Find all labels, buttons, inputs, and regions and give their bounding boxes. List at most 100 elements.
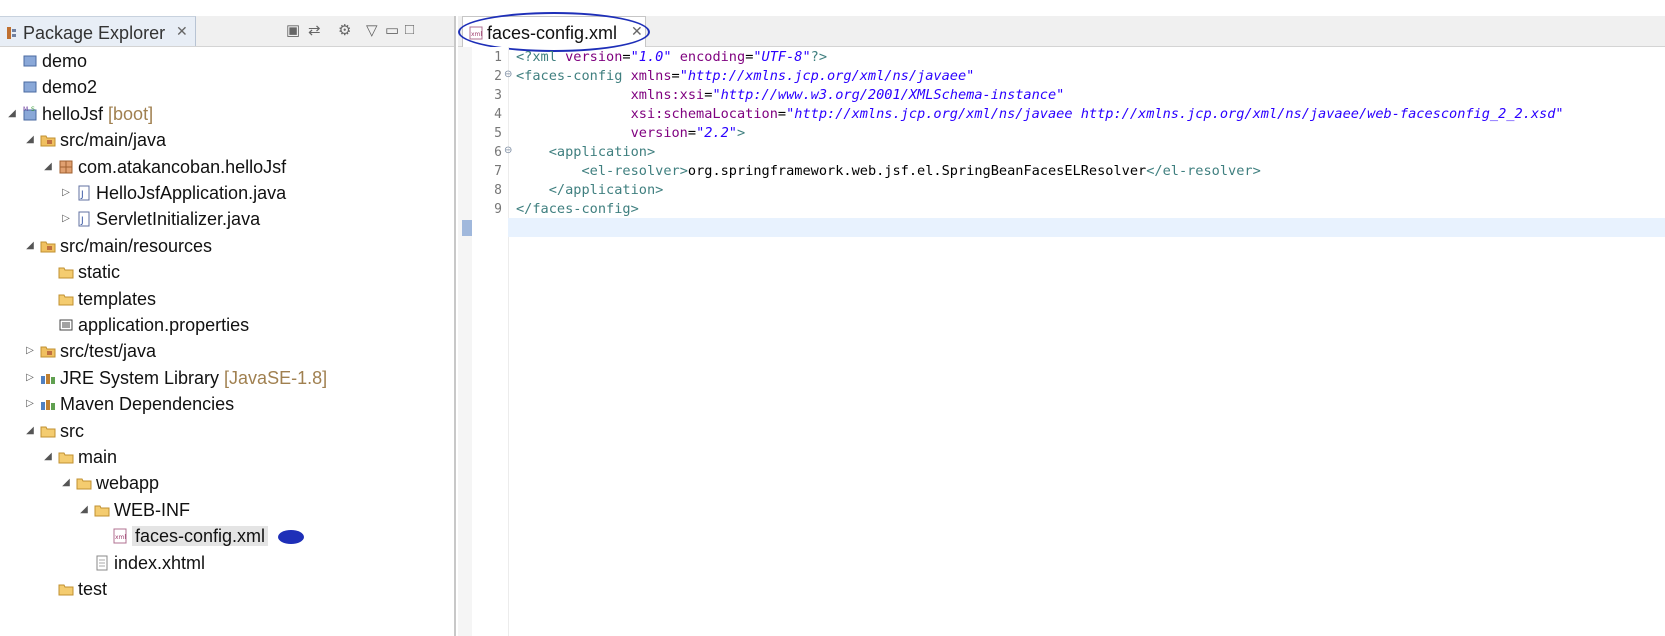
maven-spring-project-icon: MS	[23, 106, 37, 121]
editor-area: xml faces-config.xml ✕ 1 2 ⊖ 3 4 5 6 ⊖ 7 8 9 <?xml…	[458, 12, 1665, 636]
tree-item-name: faces-config.xml	[132, 526, 269, 547]
folder-icon	[58, 294, 74, 306]
svg-text:S: S	[31, 106, 35, 113]
link-with-editor-icon[interactable]: ⇄	[308, 21, 321, 39]
tree-item[interactable]: ◢ M S helloJsf [boot]	[0, 100, 440, 128]
code-line: xsi:schemaLocation="http://xmlns.jcp.org…	[516, 105, 1564, 124]
tree-item-name: helloJsf	[42, 103, 104, 124]
line-number: 1	[494, 50, 502, 65]
tree-item-label: application.properties	[78, 311, 249, 339]
collapse-twistie-icon[interactable]: ◢	[24, 232, 36, 260]
tree-item-name: src/test/java	[60, 341, 157, 362]
code-token: >	[736, 125, 746, 141]
tree-item-label: webapp	[96, 469, 159, 497]
tree-item-name: JRE System Library	[60, 367, 220, 388]
tree-item[interactable]: ▷ JRE System Library [JavaSE-1.8]	[0, 364, 440, 392]
expand-twistie-icon[interactable]: ▷	[24, 337, 36, 365]
source-folder-icon	[40, 135, 56, 147]
code-line: </faces-config>	[516, 200, 639, 219]
tree-item[interactable]: ▷ J ServletInitializer.java	[0, 205, 440, 233]
tree-item[interactable]: templates	[0, 285, 440, 313]
annotation-circle	[458, 12, 650, 52]
package-icon	[59, 160, 73, 174]
expand-twistie-icon[interactable]: ▷	[60, 205, 72, 233]
tree-item-name: templates	[78, 288, 157, 309]
tree-item[interactable]: ▷ src/test/java	[0, 337, 440, 365]
tree-item[interactable]: demo2	[0, 73, 440, 101]
code-token: <el-resolver>	[581, 163, 688, 179]
tree-item-name: src/main/resources	[60, 235, 213, 256]
code-token: =	[622, 49, 631, 65]
collapse-all-icon[interactable]: ▣	[286, 21, 300, 39]
minimize-icon[interactable]: ▭	[385, 21, 399, 39]
code-line: xmlns:xsi="http://www.w3.org/2001/XMLSch…	[516, 86, 1065, 105]
tree-item[interactable]: ◢ WEB-INF	[0, 496, 440, 524]
current-line-highlight	[508, 218, 1665, 237]
package-explorer-icon	[7, 27, 16, 39]
collapse-twistie-icon[interactable]: ◢	[24, 417, 36, 445]
tree-item[interactable]: index.xhtml	[0, 549, 440, 577]
tree-item-label: static	[78, 258, 120, 286]
source-folder-icon	[40, 346, 56, 358]
collapse-twistie-icon[interactable]: ◢	[42, 443, 54, 471]
filter-icon[interactable]: ⚙	[338, 21, 351, 39]
view-splitter[interactable]	[454, 16, 456, 636]
annotation-blob	[278, 530, 305, 545]
tree-item[interactable]: test	[0, 575, 440, 603]
expand-twistie-icon[interactable]: ▷	[24, 364, 36, 392]
tree-item[interactable]: ◢ src/main/java	[0, 126, 440, 154]
folder-icon	[58, 584, 74, 596]
tree-item[interactable]: static	[0, 258, 440, 286]
fold-toggle-icon[interactable]: ⊖	[504, 69, 512, 80]
tree-item-label: Maven Dependencies	[60, 390, 234, 418]
folder-icon	[76, 478, 92, 490]
code-token: <application>	[548, 144, 656, 160]
tree-item-decoration: [boot]	[103, 103, 154, 124]
xml-source-editor[interactable]: 1 2 ⊖ 3 4 5 6 ⊖ 7 8 9 <?xml version="1.0" encoding…	[458, 47, 1665, 636]
maximize-icon[interactable]: □	[405, 21, 414, 38]
source-folder-icon	[40, 241, 56, 253]
folder-icon	[58, 267, 74, 279]
collapse-twistie-icon[interactable]: ◢	[24, 126, 36, 154]
package-explorer-view: Package Explorer ✕ ▣ ⇄ ⚙ ▽ ▭ □ demo demo2…	[0, 0, 454, 636]
tree-item[interactable]: application.properties	[0, 311, 440, 339]
code-token: =	[671, 68, 680, 84]
tree-item-name: demo	[42, 51, 88, 71]
tree-item[interactable]: ◢ src/main/resources	[0, 232, 440, 260]
tree-item-name: src	[60, 420, 84, 441]
tree-item[interactable]: demo	[0, 47, 440, 75]
tree-item-label: templates	[78, 285, 156, 313]
collapse-twistie-icon[interactable]: ◢	[42, 153, 54, 181]
tree-item[interactable]: xml faces-config.xml	[0, 522, 440, 550]
code-token: "http://www.w3.org/2001/XMLSchema-instan…	[712, 87, 1065, 103]
tree-item[interactable]: ◢ main	[0, 443, 440, 471]
tree-item-name: ServletInitializer.java	[96, 209, 261, 230]
fold-toggle-icon[interactable]: ⊖	[504, 145, 512, 156]
package-explorer-tab[interactable]: Package Explorer ✕	[0, 16, 196, 46]
java-file-icon: J	[78, 185, 90, 201]
expand-twistie-icon[interactable]: ▷	[60, 179, 72, 207]
tree-item[interactable]: ▷ Maven Dependencies	[0, 390, 440, 418]
tree-item-name: index.xhtml	[114, 552, 206, 573]
close-icon[interactable]: ✕	[176, 23, 188, 40]
tree-item[interactable]: ▷ J HelloJsfApplication.java	[0, 179, 440, 207]
expand-twistie-icon[interactable]: ▷	[24, 390, 36, 418]
line-number: 5	[494, 126, 502, 141]
collapse-twistie-icon[interactable]: ◢	[60, 469, 72, 497]
tree-item[interactable]: ◢ src	[0, 417, 440, 445]
tree-item-name: webapp	[96, 473, 160, 494]
collapse-twistie-icon[interactable]: ◢	[78, 496, 90, 524]
project-tree: demo demo2 ◢ M ShelloJsf [boot] ◢ src/main/jav…	[0, 47, 454, 636]
collapse-twistie-icon[interactable]: ◢	[6, 100, 18, 128]
code-token: "1.0"	[630, 49, 672, 65]
code-line: </application>	[516, 181, 664, 200]
properties-file-icon	[59, 319, 73, 331]
tree-item[interactable]: ◢ com.atakancoban.helloJsf	[0, 153, 440, 181]
tree-item-label: HelloJsfApplication.java	[96, 179, 286, 207]
tree-item[interactable]: ◢ webapp	[0, 469, 440, 497]
view-menu-icon[interactable]: ▽	[366, 21, 378, 39]
